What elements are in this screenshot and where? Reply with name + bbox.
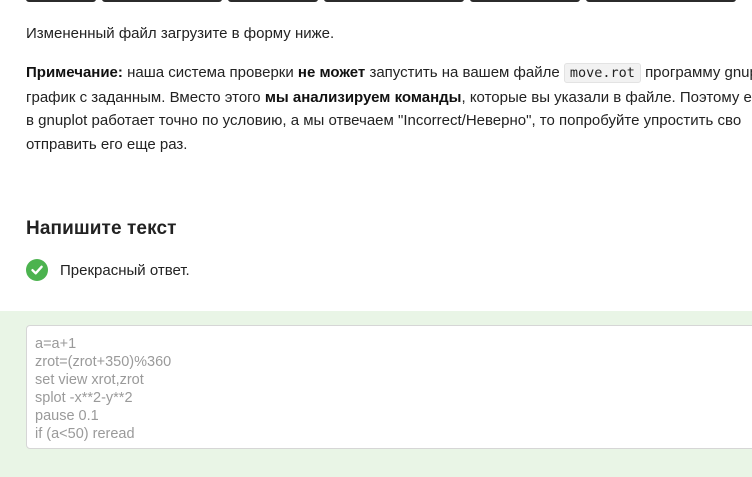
note-line-3: в gnuplot работает точно по условию, а м… — [26, 112, 742, 129]
upload-instruction: Измененный файл загрузите в форму ниже. — [26, 25, 335, 42]
note-line-1: Примечание: наша система проверки не мож… — [26, 63, 752, 83]
filename-code: move.rot — [563, 63, 641, 83]
note-line-4: отправить его еще раз. — [26, 135, 188, 153]
note-line-2: график с заданным. Вместо этого мы анали… — [26, 88, 752, 106]
feedback-correct: Прекрасный ответ. — [26, 258, 190, 282]
answer-textarea[interactable]: a=a+1 zrot=(zrot+350)%360 set view xrot,… — [26, 325, 752, 449]
note-paragraph: Примечание: наша система проверки не мож… — [26, 61, 752, 156]
check-icon — [26, 259, 48, 281]
truncated-previous-line — [26, 0, 752, 2]
note-label: Примечание: — [26, 64, 123, 81]
section-title: Напишите текст — [26, 218, 177, 239]
feedback-text: Прекрасный ответ. — [60, 261, 190, 279]
